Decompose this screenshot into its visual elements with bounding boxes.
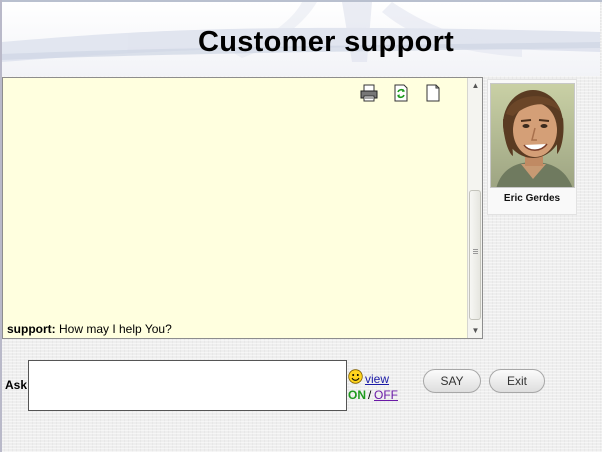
message-sender: support: [7, 322, 56, 336]
exit-button[interactable]: Exit [489, 369, 545, 393]
refresh-icon[interactable] [392, 84, 410, 102]
chat-scrollbar[interactable]: ▲ ▼ [467, 78, 482, 338]
emoticons-off-link[interactable]: OFF [374, 388, 398, 402]
chat-toolbar [360, 84, 442, 102]
scroll-down-arrow-icon[interactable]: ▼ [468, 323, 483, 338]
smiley-icon[interactable] [348, 369, 363, 384]
chat-message: support: How may I help You? [7, 322, 172, 336]
scroll-up-arrow-icon[interactable]: ▲ [468, 78, 483, 93]
ask-label: Ask [5, 378, 28, 392]
scroll-thumb[interactable] [469, 190, 481, 320]
page-title: Customer support [198, 26, 455, 58]
say-button[interactable]: SAY [423, 369, 481, 393]
ask-input[interactable] [28, 360, 347, 411]
blank-page-icon[interactable] [424, 84, 442, 102]
chat-transcript[interactable]: support: How may I help You? ▲ ▼ [2, 77, 483, 339]
emoticons-on-label[interactable]: ON [348, 388, 366, 402]
on-off-separator: / [368, 388, 372, 402]
agent-card: Eric Gerdes [487, 79, 577, 215]
grip-icon [473, 249, 478, 255]
printer-icon[interactable] [360, 84, 378, 102]
agent-name: Eric Gerdes [503, 193, 561, 204]
header-banner: Customer support [2, 2, 600, 76]
agent-photo [490, 83, 575, 188]
view-emoticons-link[interactable]: view [365, 372, 389, 386]
message-text: How may I help You? [59, 322, 172, 336]
